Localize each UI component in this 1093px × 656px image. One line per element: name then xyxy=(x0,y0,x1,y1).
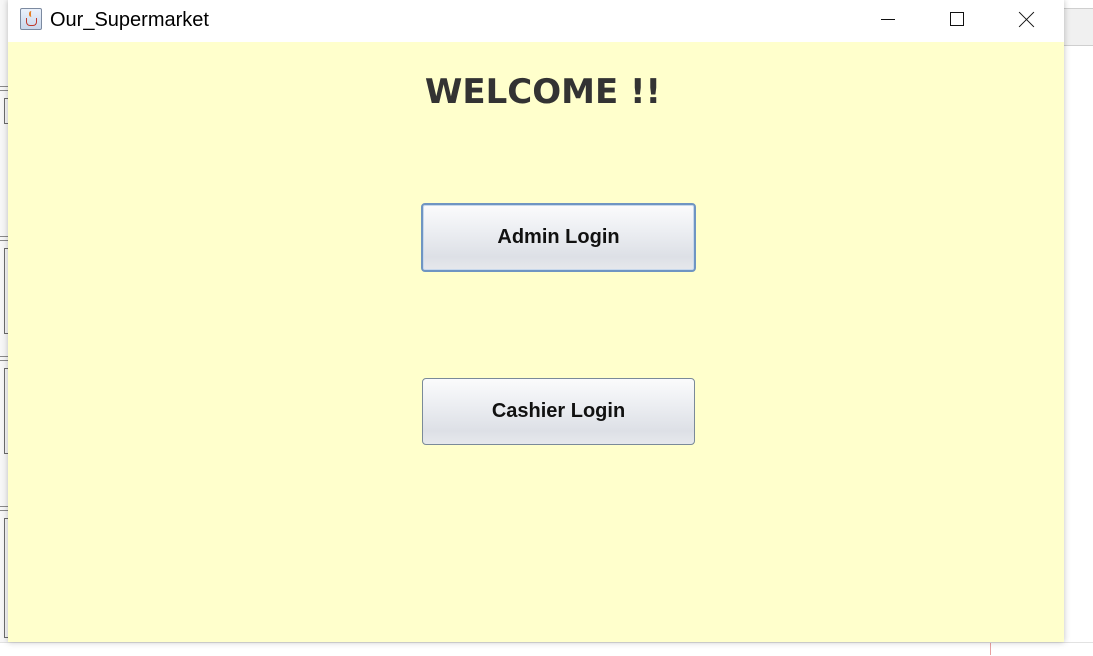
cashier-login-button[interactable]: Cashier Login xyxy=(422,378,695,445)
maximize-button[interactable] xyxy=(922,0,992,38)
minimize-icon xyxy=(881,18,895,20)
welcome-heading: WELCOME !! xyxy=(424,72,662,112)
close-icon xyxy=(1019,11,1035,27)
background-bottom-strip xyxy=(0,642,1093,656)
background-toolbar-fragment xyxy=(1064,8,1093,46)
background-marker xyxy=(0,356,8,361)
maximize-icon xyxy=(950,12,964,26)
background-margin-line xyxy=(990,643,991,655)
window-titlebar[interactable]: Our_Supermarket xyxy=(8,0,1064,42)
admin-login-button[interactable]: Admin Login xyxy=(421,203,696,272)
background-marker xyxy=(0,236,8,241)
java-cup-icon xyxy=(20,8,42,30)
app-window: Our_Supermarket WELCOME !! Admin Login C… xyxy=(8,0,1064,642)
background-marker xyxy=(0,86,8,91)
window-title: Our_Supermarket xyxy=(50,9,209,31)
welcome-panel: WELCOME !! Admin Login Cashier Login xyxy=(8,42,1064,642)
close-button[interactable] xyxy=(992,0,1062,38)
minimize-button[interactable] xyxy=(853,0,923,38)
background-marker xyxy=(0,506,8,511)
